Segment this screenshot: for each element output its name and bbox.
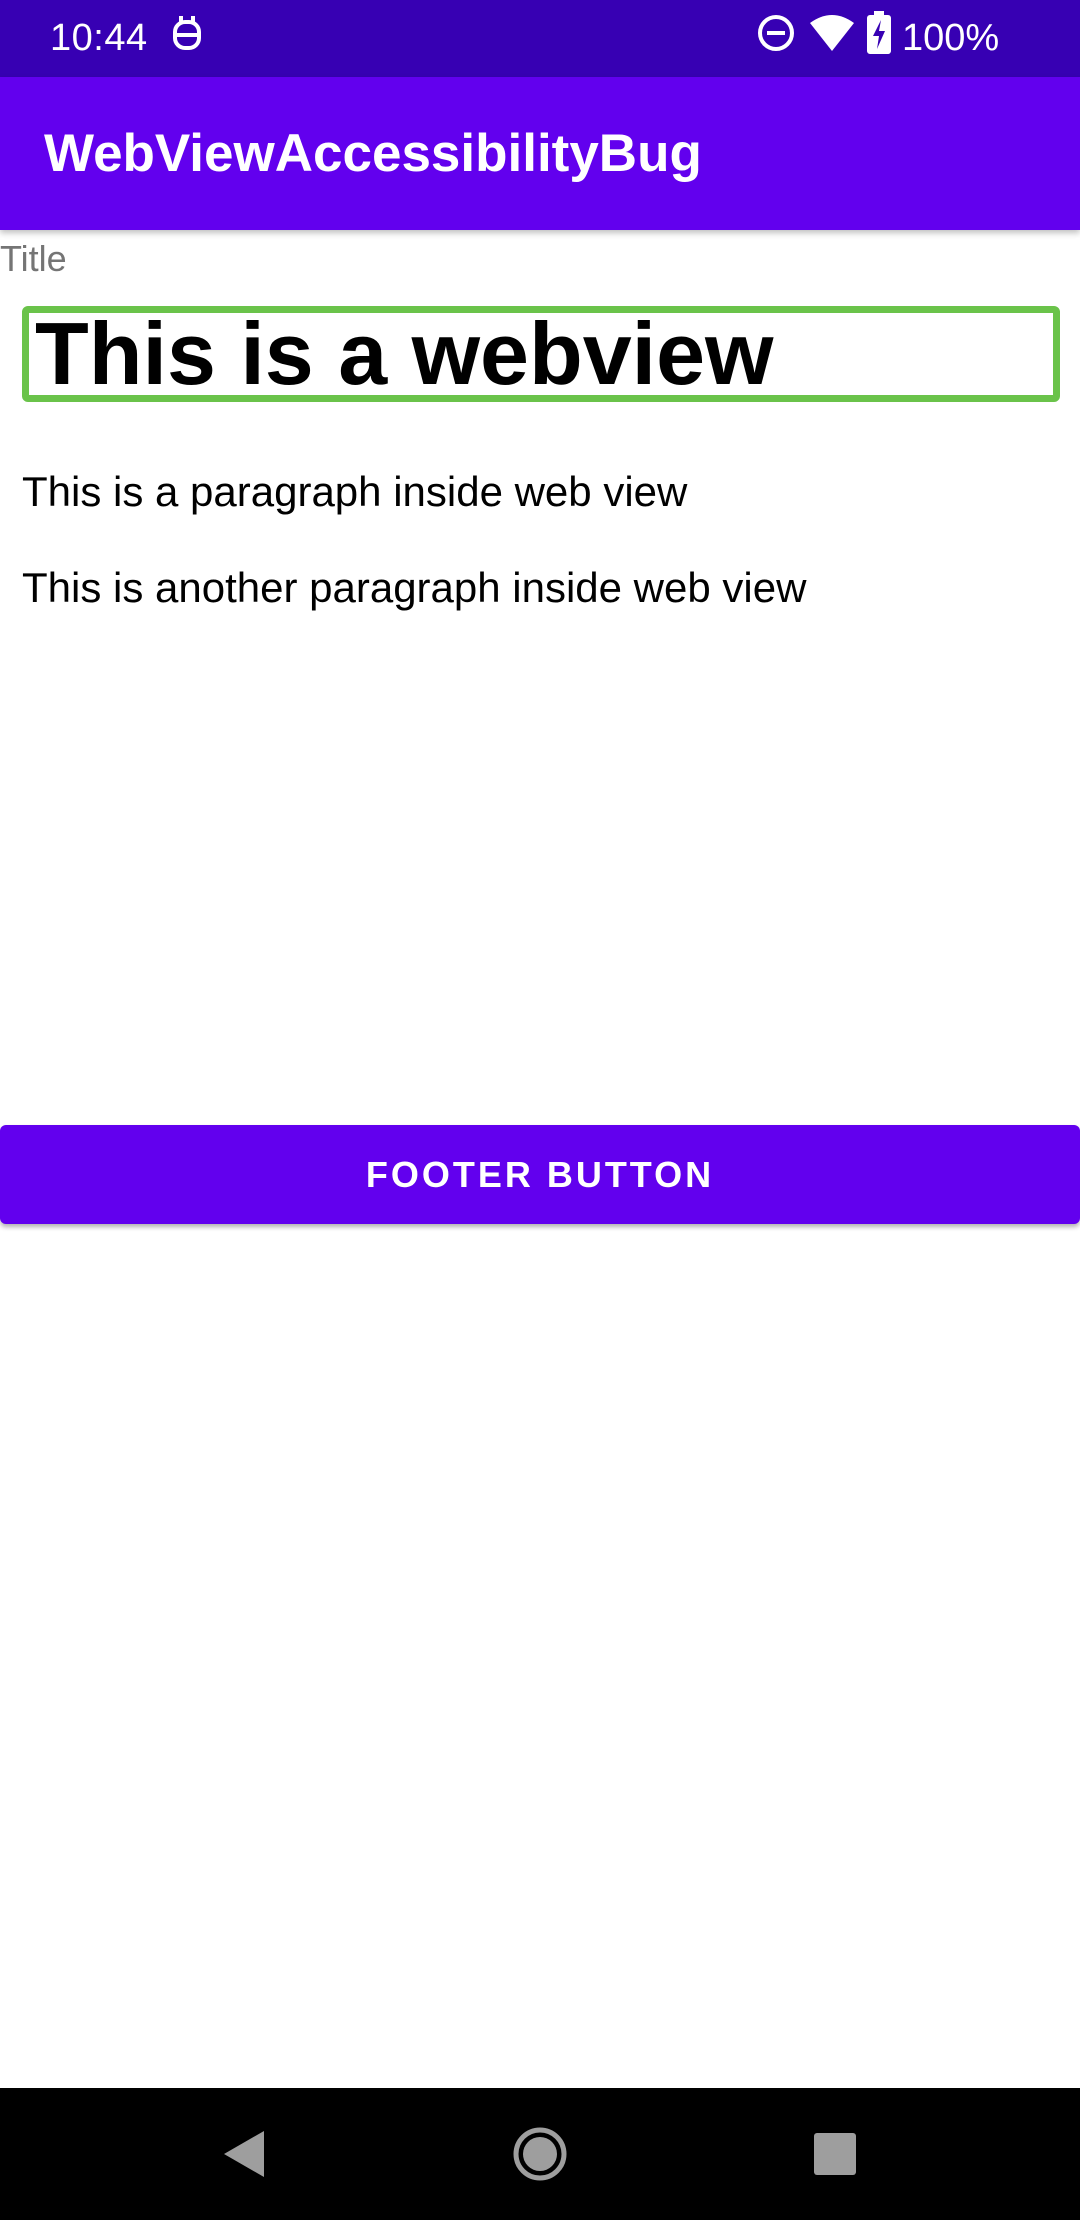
notification-app-icon [170,14,204,59]
status-bar: 10:44 100% [0,0,1080,77]
webview-paragraph: This is a paragraph inside web view [22,468,688,515]
battery-charging-icon [866,11,892,60]
navigation-bar [0,2088,1080,2220]
recents-icon[interactable] [745,2088,925,2220]
battery-percentage: 100% [902,17,1000,59]
wifi-icon [808,13,856,58]
title-label: Title [0,238,67,279]
status-time: 10:44 [50,17,148,59]
webview-paragraph: This is another paragraph inside web vie… [22,564,807,611]
back-icon[interactable] [154,2088,334,2220]
webview-heading[interactable]: This is a webview [22,306,1060,402]
do-not-disturb-icon [756,13,796,58]
app-bar: WebViewAccessibilityBug [0,77,1080,230]
home-icon[interactable] [450,2088,630,2220]
footer-button[interactable]: FOOTER BUTTON [0,1125,1080,1224]
app-title: WebViewAccessibilityBug [44,124,702,183]
screen: 10:44 100% WebViewAccessibilityBug Title… [0,0,1080,2220]
webview[interactable]: This is a webview This is a paragraph in… [0,290,1080,1110]
